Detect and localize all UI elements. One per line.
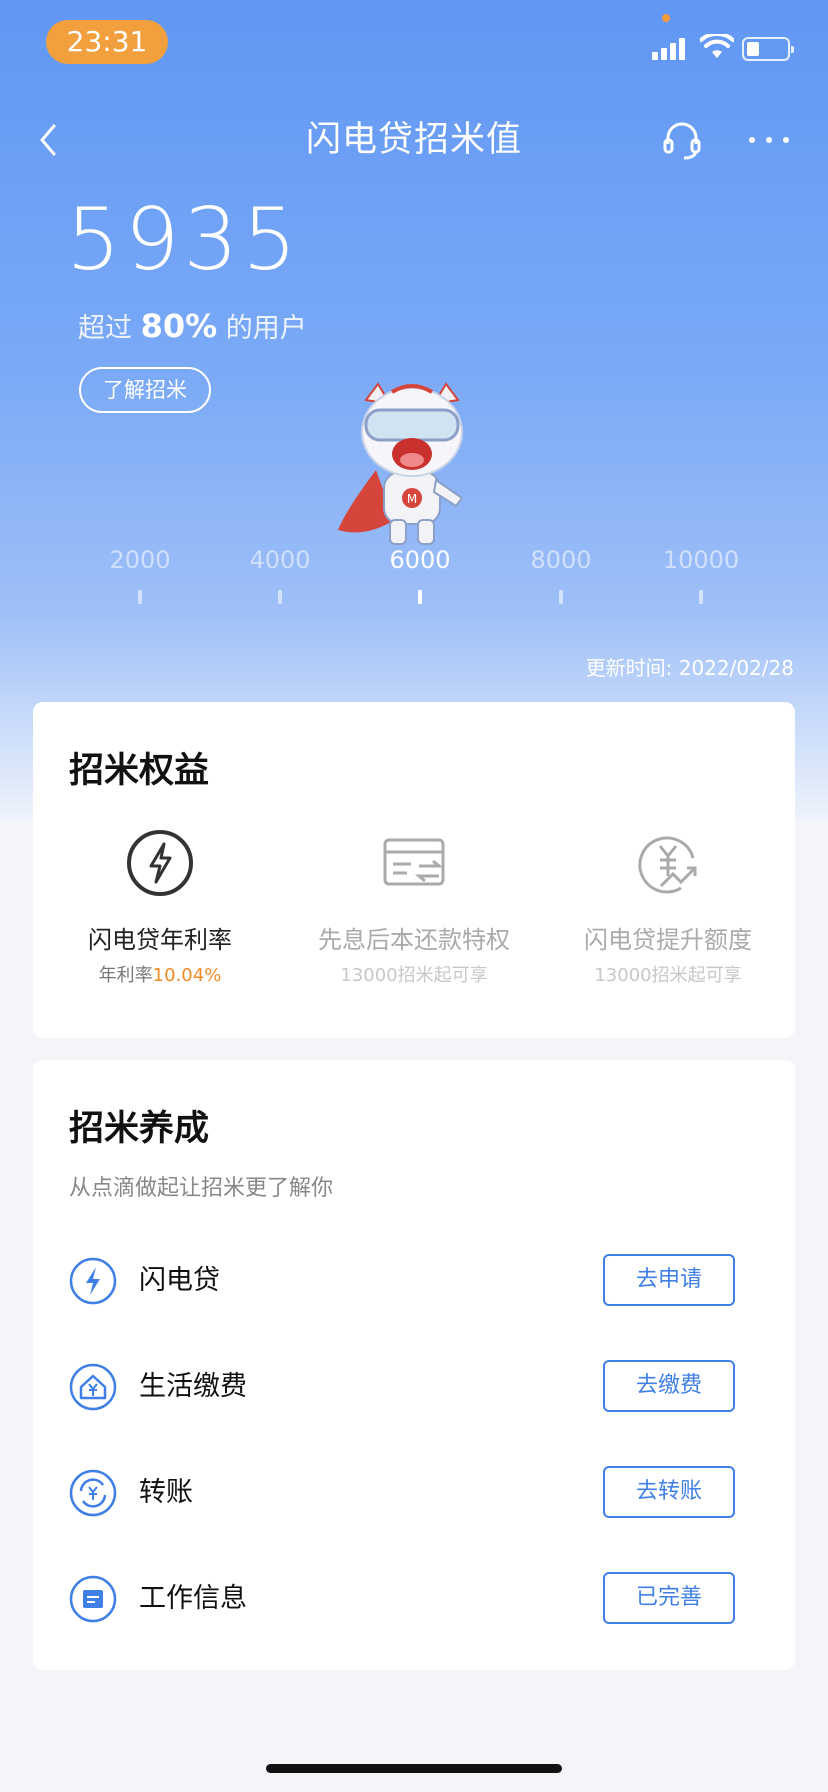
benefit-interest-first[interactable]: 先息后本还款特权 13000招米起可享 <box>287 828 541 987</box>
task-row: 闪电贷 去申请 <box>33 1246 795 1316</box>
benefit-name: 闪电贷提升额度 <box>584 926 752 954</box>
cultivate-subtitle: 从点滴做起让招米更了解你 <box>69 1176 334 1201</box>
privacy-indicator-dot <box>662 14 670 22</box>
score-scale: 2000 4000 6000 8000 10000 <box>0 546 828 616</box>
home-indicator <box>266 1764 562 1773</box>
status-time: 23:31 <box>46 20 168 64</box>
scale-tick-current: 6000 <box>360 546 480 604</box>
lightning-circle-icon <box>69 1257 117 1305</box>
task-label: 工作信息 <box>139 1583 247 1614</box>
lightning-icon <box>127 830 193 896</box>
transfer-icon <box>69 1469 117 1517</box>
task-row: 工作信息 已完善 <box>33 1564 795 1634</box>
svg-text:M: M <box>407 492 417 506</box>
benefits-card: 招米权益 闪电贷年利率 年利率10.04% 先息后本还款特权 13000招米起可… <box>33 702 795 1038</box>
benefit-name: 先息后本还款特权 <box>318 926 510 954</box>
exceed-prefix: 超过 <box>78 313 132 344</box>
update-time: 更新时间: 2022/02/28 <box>585 656 794 680</box>
more-options-icon[interactable] <box>744 118 794 162</box>
scale-tick: 10000 <box>641 546 761 604</box>
cellular-signal-icon <box>652 36 690 60</box>
task-label: 闪电贷 <box>139 1265 220 1296</box>
scale-tick: 2000 <box>80 546 200 604</box>
pay-bill-button[interactable]: 去缴费 <box>603 1360 735 1412</box>
benefits-title: 招米权益 <box>69 751 210 791</box>
status-bar: 23:31 <box>0 0 828 90</box>
transfer-button[interactable]: 去转账 <box>603 1466 735 1518</box>
wifi-icon <box>700 34 734 58</box>
task-label: 生活缴费 <box>139 1371 247 1402</box>
apply-button[interactable]: 去申请 <box>603 1254 735 1306</box>
cultivate-card: 招米养成 从点滴做起让招米更了解你 闪电贷 去申请 生活缴费 去缴费 转账 去转… <box>33 1060 795 1670</box>
benefit-name: 闪电贷年利率 <box>88 926 232 954</box>
annual-rate-value: 10.04% <box>152 965 222 986</box>
learn-more-button[interactable]: 了解招米 <box>79 367 211 413</box>
benefit-credit-increase[interactable]: 闪电贷提升额度 13000招米起可享 <box>541 828 795 987</box>
scale-tick: 8000 <box>501 546 621 604</box>
battery-icon <box>742 37 794 61</box>
benefit-sub: 年利率10.04% <box>98 965 222 986</box>
nav-bar: 闪电贷招米值 <box>0 100 828 180</box>
exceed-suffix: 的用户 <box>225 313 307 344</box>
yuan-growth-icon <box>638 836 697 894</box>
cat-mascot-illustration: M <box>338 382 464 545</box>
exceed-text: 超过 80% 的用户 <box>78 306 307 349</box>
document-icon <box>69 1575 117 1623</box>
exceed-percent: 80% <box>140 307 218 345</box>
house-yuan-icon <box>69 1363 117 1411</box>
task-row: 转账 去转账 <box>33 1458 795 1528</box>
task-label: 转账 <box>139 1477 193 1508</box>
benefit-sub: 13000招米起可享 <box>594 965 742 986</box>
headset-icon[interactable] <box>660 118 704 162</box>
scale-tick: 4000 <box>220 546 340 604</box>
score-value: 5935 <box>66 190 301 290</box>
card-exchange-icon <box>383 838 445 886</box>
benefit-annual-rate[interactable]: 闪电贷年利率 年利率10.04% <box>33 828 287 987</box>
benefit-sub: 13000招米起可享 <box>340 965 488 986</box>
work-info-done-button[interactable]: 已完善 <box>603 1572 735 1624</box>
cultivate-title: 招米养成 <box>69 1109 210 1149</box>
task-row: 生活缴费 去缴费 <box>33 1352 795 1422</box>
